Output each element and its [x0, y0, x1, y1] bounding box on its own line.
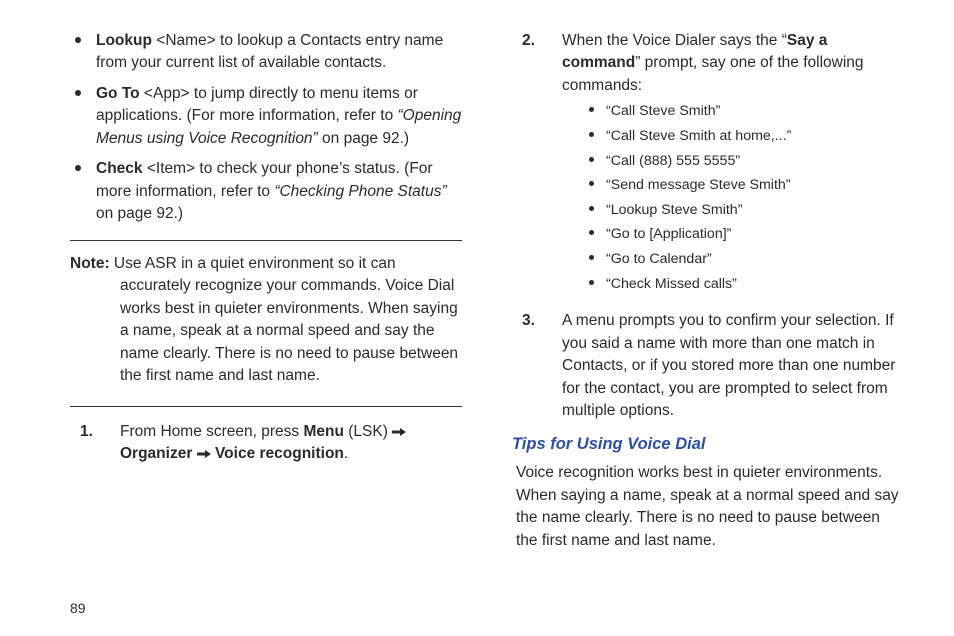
- cmd-6: “Go to Calendar”: [606, 251, 712, 267]
- note-block: Note: Use ASR in a quiet environment so …: [70, 240, 462, 407]
- bullet-check: Check <Item> to check your phone’s statu…: [70, 158, 462, 225]
- bullet-goto: Go To <App> to jump directly to menu ite…: [70, 83, 462, 150]
- step1-organizer: Organizer: [120, 445, 192, 462]
- step-1: 1. From Home screen, press Menu (LSK) Or…: [70, 421, 462, 466]
- bullet-icon: [589, 132, 594, 137]
- step1-menu: Menu: [303, 423, 343, 440]
- arrow-icon: [197, 448, 211, 460]
- note-body: Use ASR in a quiet environment so it can…: [110, 255, 458, 384]
- list-item: “Call Steve Smith”: [582, 101, 904, 122]
- cmd-0: “Call Steve Smith”: [606, 103, 720, 119]
- bullet-icon: [75, 37, 81, 43]
- step1-lsk: (LSK): [344, 423, 392, 440]
- list-item: “Send message Steve Smith”: [582, 175, 904, 196]
- bullet-icon: [589, 157, 594, 162]
- step1-pre: From Home screen, press: [120, 423, 303, 440]
- check-crossref: “Checking Phone Status”: [274, 183, 446, 200]
- tips-heading: Tips for Using Voice Dial: [512, 433, 904, 457]
- cmd-7: “Check Missed calls”: [606, 276, 737, 292]
- goto-label: Go To: [96, 85, 140, 102]
- arrow-icon: [392, 426, 406, 438]
- step-3-number: 3.: [512, 310, 562, 422]
- bullet-icon: [589, 280, 594, 285]
- bullet-icon: [75, 165, 81, 171]
- check-text-b: on page 92.): [96, 205, 183, 222]
- step-2: 2. When the Voice Dialer says the “Say a…: [512, 30, 904, 298]
- step-1-number: 1.: [70, 421, 120, 466]
- note-label: Note:: [70, 255, 110, 272]
- step-2-text: When the Voice Dialer says the “Say a co…: [562, 30, 904, 298]
- step1-period: .: [344, 445, 348, 462]
- column-layout: Lookup <Name> to lookup a Contacts entry…: [70, 30, 904, 596]
- list-item: “Check Missed calls”: [582, 274, 904, 295]
- bullet-icon: [589, 107, 594, 112]
- goto-text-a: <App> to jump directly to menu items or …: [96, 85, 418, 124]
- command-list: “Call Steve Smith” “Call Steve Smith at …: [582, 101, 904, 294]
- cmd-5: “Go to [Application]”: [606, 226, 731, 242]
- list-item: “Lookup Steve Smith”: [582, 200, 904, 221]
- lookup-label: Lookup: [96, 32, 152, 49]
- step-3-text: A menu prompts you to confirm your selec…: [562, 310, 904, 422]
- bullet-icon: [589, 206, 594, 211]
- list-item: “Call Steve Smith at home,...”: [582, 126, 904, 147]
- cmd-3: “Send message Steve Smith”: [606, 177, 791, 193]
- bullet-icon: [589, 181, 594, 186]
- step1-voice: Voice recognition: [215, 445, 344, 462]
- step-2-number: 2.: [512, 30, 562, 298]
- step2-a: When the Voice Dialer says the “: [562, 32, 787, 49]
- right-column: 2. When the Voice Dialer says the “Say a…: [512, 30, 904, 596]
- goto-text-b: on page 92.): [318, 130, 409, 147]
- list-item: “Go to Calendar”: [582, 249, 904, 270]
- list-item: “Go to [Application]”: [582, 224, 904, 245]
- page-number: 89: [70, 598, 86, 618]
- bullet-lookup: Lookup <Name> to lookup a Contacts entry…: [70, 30, 462, 75]
- cmd-2: “Call (888) 555 5555”: [606, 153, 740, 169]
- bullet-icon: [75, 90, 81, 96]
- cmd-4: “Lookup Steve Smith”: [606, 202, 742, 218]
- check-label: Check: [96, 160, 143, 177]
- bullet-icon: [589, 230, 594, 235]
- bullet-icon: [589, 255, 594, 260]
- cmd-1: “Call Steve Smith at home,...”: [606, 128, 791, 144]
- tips-body: Voice recognition works best in quieter …: [516, 462, 904, 552]
- step-1-text: From Home screen, press Menu (LSK) Organ…: [120, 421, 462, 466]
- left-column: Lookup <Name> to lookup a Contacts entry…: [70, 30, 462, 596]
- step-3: 3. A menu prompts you to confirm your se…: [512, 310, 904, 422]
- manual-page: Lookup <Name> to lookup a Contacts entry…: [0, 0, 954, 636]
- list-item: “Call (888) 555 5555”: [582, 151, 904, 172]
